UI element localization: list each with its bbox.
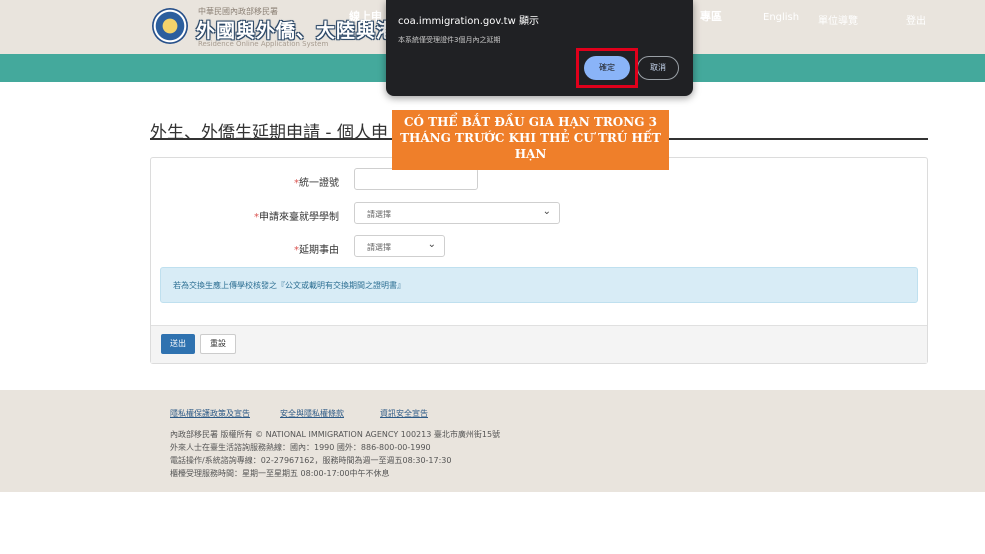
footer-link-security-terms[interactable]: 安全與隱私權條款: [280, 408, 344, 419]
ok-button-highlight: [576, 48, 638, 88]
id-field-label-text: 統一證號: [299, 178, 339, 189]
logout-link[interactable]: 登出: [906, 12, 926, 27]
site-footer: [0, 390, 985, 492]
dialog-cancel-button[interactable]: 取消: [637, 56, 679, 80]
nav-item-zone[interactable]: 專區: [700, 8, 722, 24]
footer-support-line: 電話操作/系統諮詢專線：02-27967162，服務時間為週一至週五08:30-…: [170, 456, 452, 465]
footer-link-privacy[interactable]: 隱私權保護政策及宣告: [170, 408, 250, 419]
agency-seal-logo[interactable]: [152, 8, 188, 44]
extension-reason-select[interactable]: 請選擇 ⌄: [354, 235, 445, 257]
reset-button[interactable]: 重設: [200, 334, 236, 354]
footer-hotline: 外來人士在臺生活諮詢服務熱線：國內：1990 國外：886-800-00-199…: [170, 443, 431, 452]
info-alert: 若為交換生應上傳學校核發之『公文或載明有交換期間之證明書』: [160, 267, 918, 303]
id-field-label: *統一證號: [294, 174, 339, 189]
school-field-label-text: 申請來臺就學學制: [259, 212, 339, 223]
submit-button[interactable]: 送出: [161, 334, 195, 354]
extension-reason-value: 請選擇: [367, 243, 391, 252]
school-system-select[interactable]: 請選擇 ⌄: [354, 202, 560, 224]
nav-item-online-apply[interactable]: 線上申: [349, 8, 382, 24]
english-link[interactable]: English: [763, 12, 799, 23]
accessibility-link[interactable]: 單位導覽: [818, 12, 858, 27]
school-field-label: *申請來臺就學學制: [254, 208, 339, 223]
reason-field-label: *延期事由: [294, 241, 339, 256]
site-subtitle: Residence Online Application System: [198, 40, 329, 48]
info-alert-text: 若為交換生應上傳學校核發之『公文或載明有交換期間之證明書』: [173, 281, 405, 290]
dialog-message: 本系統僅受理證件3個月內之延期: [398, 36, 501, 44]
chevron-down-icon: ⌄: [542, 206, 551, 217]
annotation-callout: CÓ THỂ BẮT ĐẦU GIA HẠN TRONG 3 THÁNG TRƯ…: [392, 110, 669, 170]
footer-counter-hours: 櫃檯受理服務時間：星期一至星期五 08:00-17:00中午不休息: [170, 469, 390, 478]
page: 中華民國內政部移民署 外國與外僑、大陸與港澳、 Residence Online…: [0, 0, 985, 554]
dialog-origin: coa.immigration.gov.tw 顯示: [398, 16, 539, 27]
school-system-value: 請選擇: [367, 210, 391, 219]
reason-field-label-text: 延期事由: [299, 245, 339, 256]
footer-link-infosec[interactable]: 資訊安全宣告: [380, 408, 428, 419]
chevron-down-icon: ⌄: [427, 239, 436, 250]
form-actions: [151, 325, 927, 363]
id-number-input[interactable]: [354, 168, 478, 190]
footer-copyright: 內政部移民署 版權所有 © NATIONAL IMMIGRATION AGENC…: [170, 430, 501, 439]
